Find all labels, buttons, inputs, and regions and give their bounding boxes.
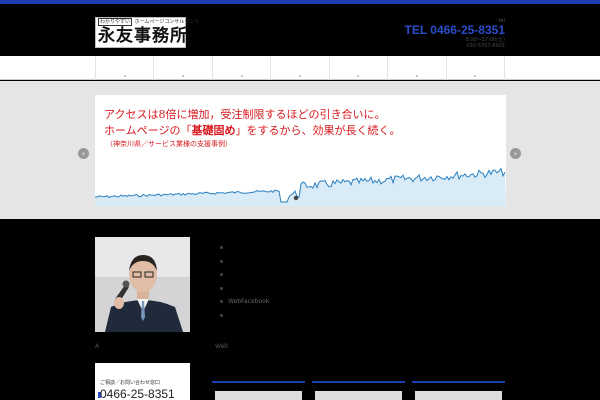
header-contact: tel TEL 0466-25-8351 8:00～17:00(土) 050-5… [404, 18, 505, 49]
consultant-photo [95, 237, 190, 332]
nav-item[interactable] [154, 56, 213, 80]
nav-item[interactable] [330, 56, 389, 80]
feature-list: WebFacebook [220, 241, 269, 322]
nav-dot-icon [415, 75, 418, 77]
nav-dot-icon [474, 75, 477, 77]
nav-item[interactable] [388, 56, 447, 80]
site-logo[interactable]: わかりやすい ホームページコンサルタント 永友事務所 [95, 17, 199, 48]
slide-headline-2-emphasis: 基礎固め [191, 124, 236, 137]
card-thumbnail [215, 391, 302, 400]
nav-dot-icon [182, 75, 185, 77]
nav-item[interactable] [213, 56, 272, 80]
slide-headline-2: ホームページの「基礎固め」をするから、効果が長く続く。 [104, 124, 400, 138]
chevron-right-icon[interactable]: › [510, 148, 521, 159]
site-header: わかりやすい ホームページコンサルタント 永友事務所 tel TEL 0466-… [0, 4, 600, 56]
article-card[interactable] [312, 381, 405, 400]
article-card[interactable] [212, 381, 305, 400]
list-item[interactable] [220, 255, 269, 269]
logo-tagline-boxed: わかりやすい [98, 18, 133, 26]
nav-dot-icon [298, 75, 301, 77]
card-thumbnail [315, 391, 402, 400]
logo-name: 永友事務所 [98, 26, 188, 46]
list-item[interactable] [220, 241, 269, 255]
list-item[interactable]: WebFacebook [220, 295, 269, 309]
nav-item[interactable] [96, 56, 155, 80]
slide-headline-2-suffix: 」をするから、効果が長く続く。 [235, 124, 401, 137]
hero-slider: ‹ アクセスは8倍に増加，受注制限するほどの引き合いに。 ホームページの「基礎固… [0, 81, 600, 219]
slide-headline-1: アクセスは8倍に増加，受注制限するほどの引き合いに。 [104, 108, 386, 121]
nav-dot-icon [357, 75, 360, 77]
article-cards [212, 381, 505, 400]
nav-item[interactable] [447, 56, 505, 80]
tel-alt: 050-5357-8901 [466, 43, 505, 49]
nav-item[interactable] [271, 56, 330, 80]
slide-headline-2-prefix: ホームページの「 [104, 124, 192, 137]
global-nav [0, 56, 600, 80]
consult-tel: 0466-25-8351 [100, 387, 175, 400]
logo-tagline: わかりやすい ホームページコンサルタント [98, 18, 200, 26]
list-item[interactable] [220, 309, 269, 323]
access-trend-graph [95, 167, 506, 206]
graph-marker [293, 195, 299, 201]
header-tel[interactable]: TEL 0466-25-8351 [404, 24, 505, 37]
card-thumbnail [415, 391, 502, 400]
consultant-illustration [95, 237, 190, 332]
hero-slide[interactable]: アクセスは8倍に増加，受注制限するほどの引き合いに。 ホームページの「基礎固め」… [95, 95, 506, 206]
logo-tagline-text: ホームページコンサルタント [134, 19, 200, 25]
consult-banner[interactable]: ご相談／お問い合わせ窓口 0466-25-8351 [95, 363, 190, 400]
article-card[interactable] [412, 381, 505, 400]
list-item[interactable] [220, 282, 269, 296]
chevron-left-icon[interactable]: ‹ [78, 148, 89, 159]
photo-caption: A [95, 343, 100, 350]
nav-dot-icon [240, 75, 243, 77]
slide-subcaption: （神奈川県／サービス業様の支援事例） [106, 140, 232, 148]
section-caption: Web [215, 343, 229, 350]
nav-menu [95, 56, 505, 80]
main-content: WebFacebook A Web ご相談／お問い合わせ窓口 0466-25-8… [0, 219, 600, 400]
nav-dot-icon [123, 75, 126, 77]
consult-label: ご相談／お問い合わせ窓口 [100, 380, 161, 386]
list-item[interactable] [220, 268, 269, 282]
